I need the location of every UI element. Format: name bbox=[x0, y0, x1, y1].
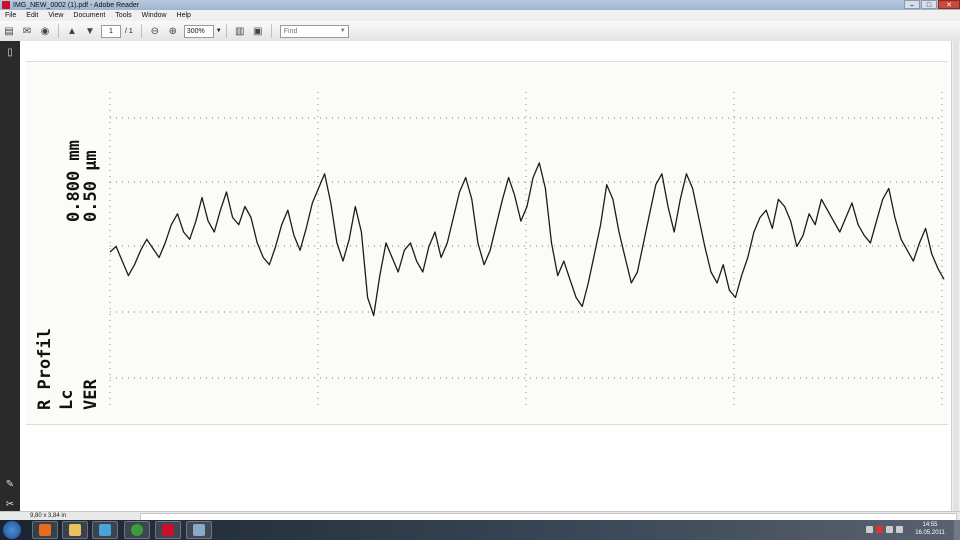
taskbar: 14:55 16.05.2011 bbox=[0, 520, 960, 540]
zoom-input[interactable]: 300% bbox=[183, 24, 214, 38]
tray-network-icon[interactable] bbox=[886, 526, 893, 533]
clock-time[interactable]: 14:55 bbox=[910, 522, 950, 528]
toolbar: ▤ ✉ ◉ ▲ ▼ 1 / 1 ⊖ ⊕ 300% ▼ ▥ ▣ Find ▼ bbox=[0, 21, 960, 42]
tray-volume-icon[interactable] bbox=[896, 526, 903, 533]
menu-file[interactable]: File bbox=[5, 12, 16, 19]
menu-document[interactable]: Document bbox=[73, 12, 105, 19]
fit-width-icon[interactable]: ▥ bbox=[233, 24, 247, 38]
find-dropdown-icon[interactable]: ▼ bbox=[340, 26, 346, 37]
tray-arrow-icon[interactable] bbox=[866, 526, 873, 533]
roughness-profile-chart: 0.800 mm 0.50 µm R Profil Lc VER bbox=[35, 92, 945, 410]
maximize-button[interactable]: □ bbox=[921, 0, 937, 9]
toolbar-separator bbox=[140, 24, 142, 38]
next-page-icon[interactable]: ▼ bbox=[83, 24, 97, 38]
menu-view[interactable]: View bbox=[48, 12, 63, 19]
taskbar-firefox[interactable] bbox=[32, 521, 58, 539]
page-count: / 1 bbox=[125, 27, 133, 35]
fit-page-icon[interactable]: ▣ bbox=[251, 24, 265, 38]
scale-vertical-label: 0.50 µm bbox=[81, 150, 101, 222]
share-icon[interactable]: ✉ bbox=[20, 24, 34, 38]
folder-icon bbox=[69, 524, 81, 536]
taskbar-app[interactable] bbox=[186, 521, 212, 539]
lc-label: Lc bbox=[57, 390, 77, 410]
document-page: 0.800 mm 0.50 µm R Profil Lc VER bbox=[26, 61, 948, 425]
network-icon bbox=[99, 524, 111, 536]
previous-page-icon[interactable]: ▲ bbox=[65, 24, 79, 38]
clock-date[interactable]: 16.05.2011 bbox=[910, 530, 950, 536]
attachment-icon[interactable]: ✂ bbox=[4, 499, 16, 511]
chart-grid bbox=[109, 92, 944, 407]
signature-icon[interactable]: ✎ bbox=[4, 479, 16, 491]
taskbar-explorer[interactable] bbox=[62, 521, 88, 539]
profile-series-line bbox=[109, 162, 945, 317]
vertical-scrollbar[interactable] bbox=[951, 41, 960, 511]
pdf-icon bbox=[162, 524, 174, 536]
profile-label: R Profil bbox=[35, 328, 55, 410]
taskbar-adobe-reader[interactable] bbox=[155, 521, 181, 539]
navigation-panel: ▯ ✎ ✂ bbox=[0, 41, 20, 511]
menu-help[interactable]: Help bbox=[177, 12, 191, 19]
print-icon[interactable]: ▤ bbox=[2, 24, 16, 38]
page-number-input[interactable]: 1 bbox=[101, 24, 121, 38]
window-controls: – □ ✕ bbox=[903, 0, 960, 10]
menu-edit[interactable]: Edit bbox=[26, 12, 38, 19]
collaborate-icon[interactable]: ◉ bbox=[38, 24, 52, 38]
title-bar: IMG_NEW_0002 (1).pdf - Adobe Reader – □ … bbox=[0, 0, 960, 10]
toolbar-separator bbox=[270, 24, 272, 38]
zoom-out-icon[interactable]: ⊖ bbox=[148, 24, 162, 38]
find-placeholder: Find bbox=[283, 27, 298, 35]
toolbar-separator bbox=[225, 24, 227, 38]
menu-window[interactable]: Window bbox=[142, 12, 167, 19]
menu-tools[interactable]: Tools bbox=[115, 12, 131, 19]
zoom-in-icon[interactable]: ⊕ bbox=[166, 24, 180, 38]
taskbar-chrome[interactable] bbox=[124, 521, 150, 539]
document-view[interactable]: 0.800 mm 0.50 µm R Profil Lc VER bbox=[20, 41, 952, 511]
toolbar-separator bbox=[58, 24, 59, 38]
zoom-dropdown-icon[interactable]: ▼ bbox=[216, 28, 222, 34]
window-title: IMG_NEW_0002 (1).pdf - Adobe Reader bbox=[13, 1, 140, 9]
show-desktop-button[interactable] bbox=[954, 520, 960, 540]
ver-label: VER bbox=[81, 379, 101, 410]
find-input[interactable]: Find ▼ bbox=[279, 24, 349, 38]
close-button[interactable]: ✕ bbox=[938, 0, 960, 9]
minimize-button[interactable]: – bbox=[904, 0, 920, 9]
firefox-icon bbox=[39, 524, 51, 536]
pages-icon[interactable]: ▯ bbox=[4, 47, 16, 59]
tray-flag-icon[interactable] bbox=[876, 526, 883, 533]
window-icon bbox=[193, 524, 205, 536]
vertical-scroll-thumb[interactable] bbox=[953, 41, 959, 511]
start-button[interactable] bbox=[3, 521, 21, 539]
system-tray: 14:55 16.05.2011 bbox=[864, 520, 954, 540]
taskbar-network[interactable] bbox=[92, 521, 118, 539]
adobe-reader-icon bbox=[2, 1, 10, 9]
chrome-icon bbox=[131, 524, 143, 536]
